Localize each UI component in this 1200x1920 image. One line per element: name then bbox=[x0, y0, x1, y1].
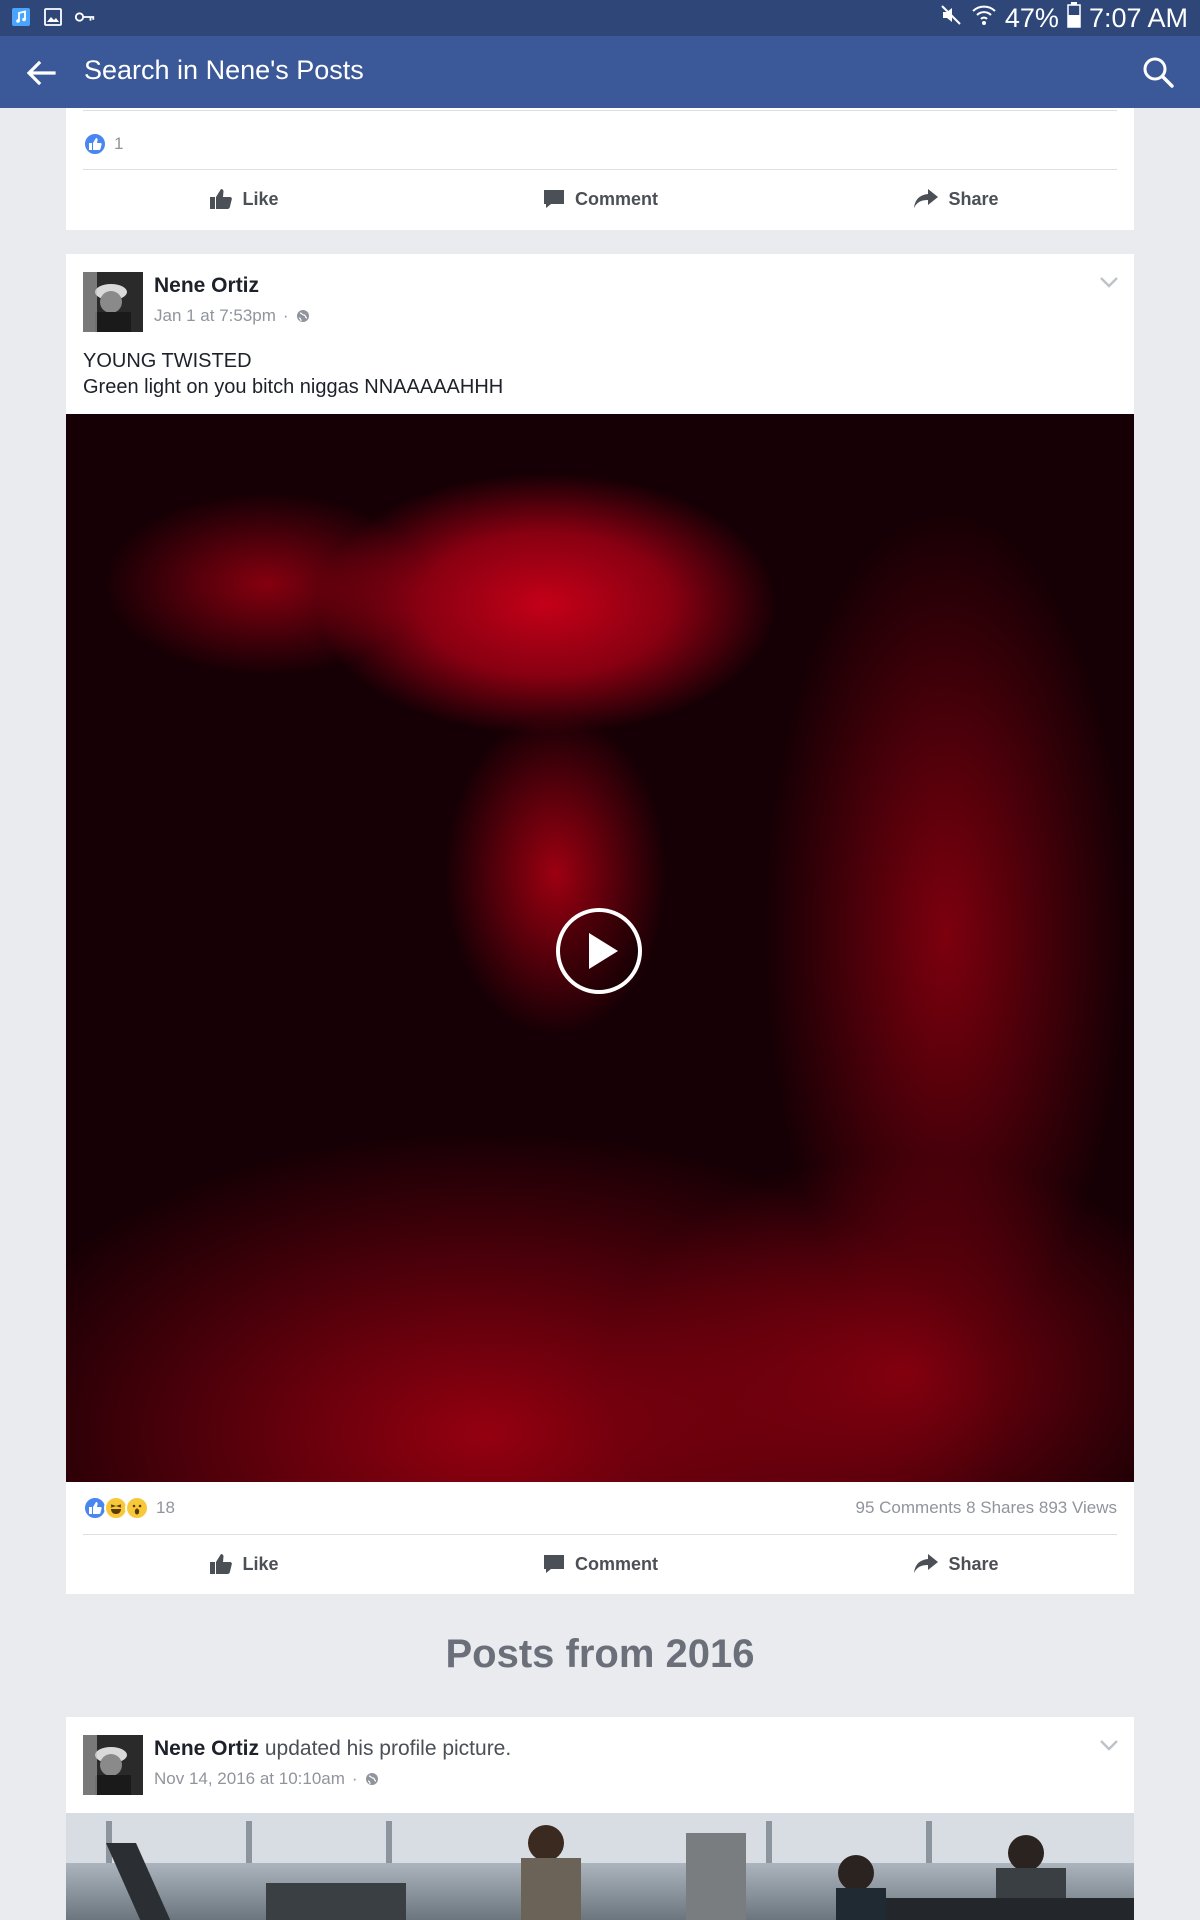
like-label: Like bbox=[242, 1553, 279, 1574]
search-button[interactable] bbox=[1136, 50, 1180, 94]
share-icon bbox=[914, 189, 939, 208]
status-bar-left-icons bbox=[10, 6, 96, 28]
globe-icon bbox=[296, 310, 309, 322]
share-icon bbox=[914, 1554, 939, 1573]
wow-reaction-icon bbox=[125, 1496, 149, 1520]
post-stats: 95 Comments 8 Shares 893 Views bbox=[856, 1498, 1117, 1518]
comment-icon bbox=[543, 1555, 564, 1573]
search-icon bbox=[1143, 57, 1174, 88]
photo-content bbox=[66, 1813, 1134, 1920]
separator: · bbox=[282, 306, 289, 325]
author-name[interactable]: Nene Ortiz bbox=[154, 274, 259, 298]
music-icon bbox=[10, 6, 32, 28]
post-card: Nene Ortiz updated his profile picture. … bbox=[66, 1717, 1134, 1920]
comment-label: Comment bbox=[574, 1553, 658, 1574]
globe-icon bbox=[365, 1773, 378, 1785]
post-text-line: YOUNG TWISTED bbox=[83, 350, 252, 372]
reaction-count: 18 bbox=[156, 1498, 175, 1517]
previous-post-card: 1 Like Comment Share bbox=[66, 108, 1134, 230]
avatar[interactable] bbox=[83, 272, 143, 332]
play-icon[interactable] bbox=[554, 906, 644, 996]
comment-label: Comment bbox=[574, 188, 658, 209]
post-text: YOUNG TWISTED Green light on you bitch n… bbox=[83, 348, 503, 400]
page-title: Search in Nene's Posts bbox=[84, 55, 364, 85]
back-arrow-icon bbox=[26, 60, 56, 86]
post-card: Nene Ortiz Jan 1 at 7:53pm · YOUNG TWIST… bbox=[66, 254, 1134, 1594]
post-text-line: Green light on you bitch niggas NNAAAAAH… bbox=[83, 376, 504, 398]
comment-button[interactable]: Comment bbox=[422, 170, 778, 228]
share-count[interactable]: 8 Shares bbox=[966, 1498, 1034, 1517]
like-reaction-icon bbox=[83, 132, 107, 156]
status-bar: 47% 7:07 AM bbox=[0, 0, 1200, 36]
activity-text: updated his profile picture. bbox=[264, 1737, 512, 1760]
separator: · bbox=[351, 1769, 358, 1788]
like-label: Like bbox=[242, 188, 279, 209]
mute-icon bbox=[939, 3, 963, 34]
section-heading: Posts from 2016 bbox=[445, 1632, 755, 1676]
action-bar: Like Comment Share bbox=[66, 1535, 1134, 1593]
like-button[interactable]: Like bbox=[66, 170, 422, 228]
battery-percent: 47% bbox=[1004, 2, 1059, 33]
thumbs-up-icon bbox=[210, 189, 233, 209]
clock: 7:07 AM bbox=[1088, 2, 1188, 33]
wifi-icon bbox=[971, 3, 997, 34]
post-meta: Nov 14, 2016 at 10:10am · bbox=[154, 1769, 379, 1789]
author-name[interactable]: Nene Ortiz bbox=[154, 1737, 259, 1760]
comment-button[interactable]: Comment bbox=[422, 1535, 778, 1593]
reaction-count: 1 bbox=[114, 134, 124, 153]
timestamp[interactable]: Nov 14, 2016 at 10:10am bbox=[154, 1769, 345, 1789]
video-player[interactable] bbox=[66, 414, 1134, 1482]
reaction-summary[interactable]: 18 bbox=[83, 1494, 175, 1522]
view-count: 893 Views bbox=[1038, 1498, 1117, 1517]
divider bbox=[83, 110, 1117, 111]
status-bar-right: 47% 7:07 AM bbox=[939, 1, 1188, 35]
timestamp[interactable]: Jan 1 at 7:53pm bbox=[154, 306, 276, 326]
key-icon bbox=[74, 6, 96, 28]
app-bar: Search in Nene's Posts bbox=[0, 36, 1200, 108]
like-button[interactable]: Like bbox=[66, 1535, 422, 1593]
chevron-down-icon[interactable] bbox=[1098, 274, 1120, 290]
comment-count[interactable]: 95 Comments bbox=[856, 1498, 962, 1517]
thumbs-up-icon bbox=[210, 1554, 233, 1574]
share-label: Share bbox=[948, 1553, 999, 1574]
profile-picture-photo[interactable] bbox=[66, 1813, 1134, 1920]
action-bar: Like Comment Share bbox=[66, 170, 1134, 228]
battery-icon bbox=[1067, 1, 1081, 35]
reaction-summary[interactable]: 1 bbox=[83, 130, 123, 158]
author-line: Nene Ortiz updated his profile picture. bbox=[154, 1737, 511, 1761]
back-button[interactable] bbox=[20, 52, 62, 94]
comment-icon bbox=[543, 190, 564, 208]
post-meta: Jan 1 at 7:53pm · bbox=[154, 306, 310, 326]
share-button[interactable]: Share bbox=[778, 170, 1134, 228]
image-icon bbox=[42, 6, 64, 28]
chevron-down-icon[interactable] bbox=[1098, 1737, 1120, 1753]
share-button[interactable]: Share bbox=[778, 1535, 1134, 1593]
avatar[interactable] bbox=[83, 1735, 143, 1795]
share-label: Share bbox=[948, 188, 999, 209]
